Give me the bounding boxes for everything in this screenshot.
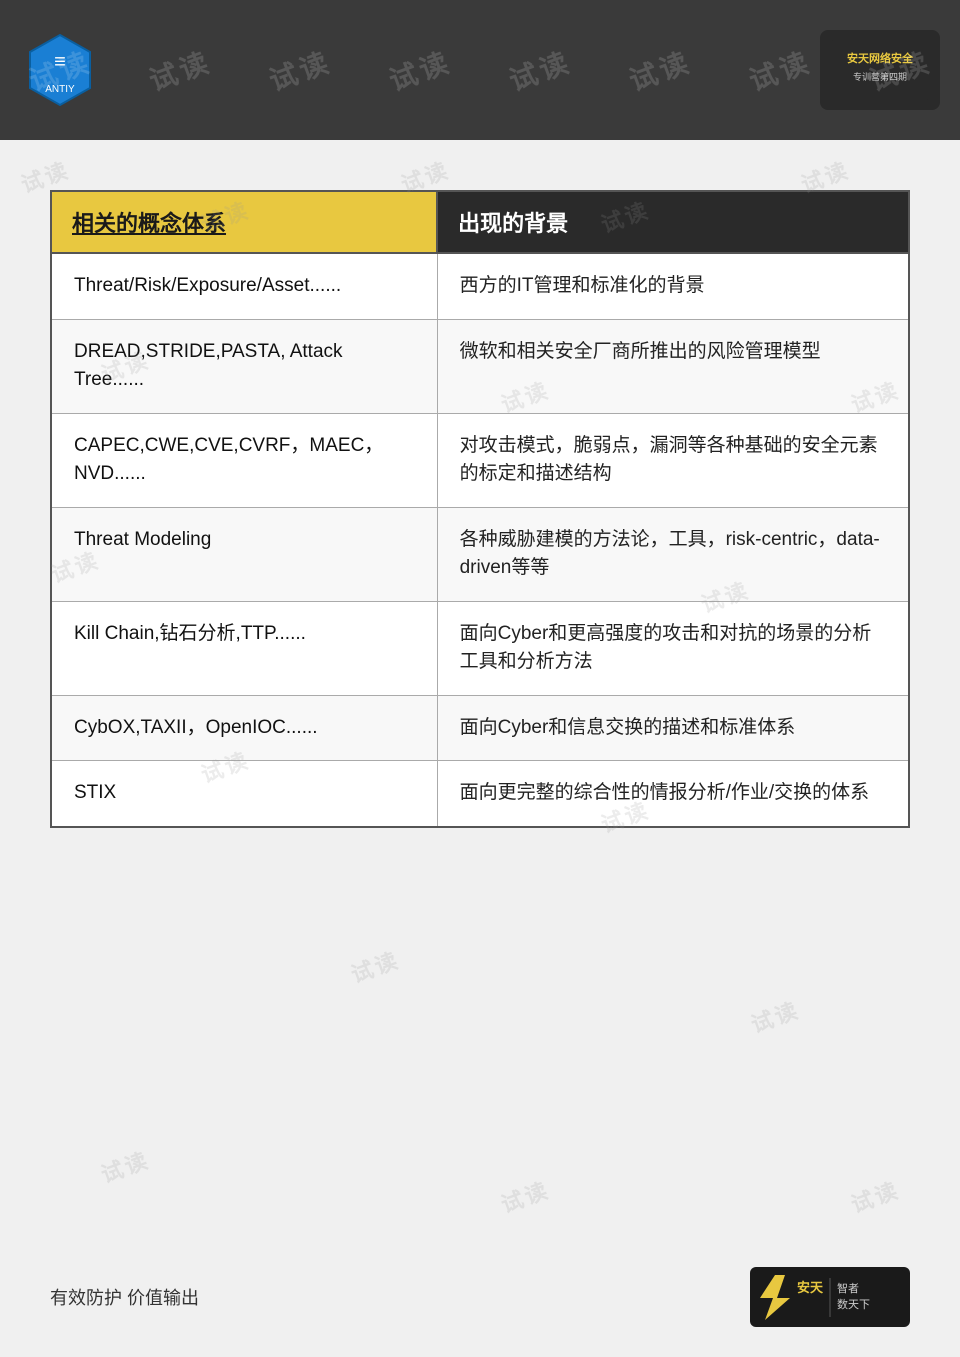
svg-text:≡: ≡ (54, 51, 66, 73)
main-content: 相关的概念体系 出现的背景 Threat/Risk/Exposure/Asset… (0, 140, 960, 868)
svg-text:数天下: 数天下 (837, 1298, 870, 1311)
training-logo: 安天网络安全 专训营第四期 (820, 30, 940, 110)
table-cell-right: 面向Cyber和更高强度的攻击和对抗的场景的分析工具和分析方法 (437, 601, 909, 695)
watermark: 试读 (496, 1172, 554, 1219)
concepts-table: 相关的概念体系 出现的背景 Threat/Risk/Exposure/Asset… (50, 190, 910, 828)
table-cell-left: STIX (51, 761, 437, 827)
table-cell-right: 西方的IT管理和标准化的背景 (437, 253, 909, 319)
svg-text:专训营第四期: 专训营第四期 (853, 71, 907, 82)
svg-text:ANTIY: ANTIY (45, 84, 75, 95)
watermark: 试读 (346, 942, 404, 989)
table-row: STIX面向更完整的综合性的情报分析/作业/交换的体系 (51, 761, 909, 827)
watermark: 试读 (96, 1142, 154, 1189)
svg-text:安天: 安天 (797, 1280, 824, 1295)
col1-header: 相关的概念体系 (51, 191, 437, 253)
table-cell-left: CybOX,TAXII，OpenIOC...... (51, 695, 437, 761)
table-cell-left: CAPEC,CWE,CVE,CVRF，MAEC，NVD...... (51, 413, 437, 507)
svg-text:安天网络安全: 安天网络安全 (847, 51, 914, 65)
table-cell-left: DREAD,STRIDE,PASTA, Attack Tree...... (51, 319, 437, 413)
table-cell-left: Kill Chain,钻石分析,TTP...... (51, 601, 437, 695)
table-row: DREAD,STRIDE,PASTA, Attack Tree......微软和… (51, 319, 909, 413)
footer-slogan: 有效防护 价值输出 (50, 1284, 199, 1310)
table-row: CAPEC,CWE,CVE,CVRF，MAEC，NVD......对攻击模式，脆… (51, 413, 909, 507)
watermark: 试读 (746, 992, 804, 1039)
table-cell-left: Threat Modeling (51, 507, 437, 601)
footer: 有效防护 价值输出 安天 智者 数天下 (50, 1267, 910, 1327)
table-row: Kill Chain,钻石分析,TTP......面向Cyber和更高强度的攻击… (51, 601, 909, 695)
table-cell-right: 对攻击模式，脆弱点，漏洞等各种基础的安全元素的标定和描述结构 (437, 413, 909, 507)
table-row: Threat Modeling各种威胁建模的方法论，工具，risk-centri… (51, 507, 909, 601)
table-cell-right: 面向Cyber和信息交换的描述和标准体系 (437, 695, 909, 761)
table-cell-right: 面向更完整的综合性的情报分析/作业/交换的体系 (437, 761, 909, 827)
header: 试读 试读 试读 试读 试读 试读 试读 试读 ≡ ANTIY 安天网络安全 专… (0, 0, 960, 140)
table-row: Threat/Risk/Exposure/Asset......西方的IT管理和… (51, 253, 909, 319)
col2-header: 出现的背景 (437, 191, 909, 253)
brand-logo: ≡ ANTIY (20, 30, 100, 110)
watermark: 试读 (846, 1172, 904, 1219)
svg-text:智者: 智者 (837, 1281, 859, 1295)
table-row: CybOX,TAXII，OpenIOC......面向Cyber和信息交换的描述… (51, 695, 909, 761)
footer-logo: 安天 智者 数天下 (750, 1267, 910, 1327)
table-cell-right: 微软和相关安全厂商所推出的风险管理模型 (437, 319, 909, 413)
header-watermarks: 试读 试读 试读 试读 试读 试读 试读 试读 (0, 0, 960, 140)
table-cell-right: 各种威胁建模的方法论，工具，risk-centric，data-driven等等 (437, 507, 909, 601)
table-cell-left: Threat/Risk/Exposure/Asset...... (51, 253, 437, 319)
